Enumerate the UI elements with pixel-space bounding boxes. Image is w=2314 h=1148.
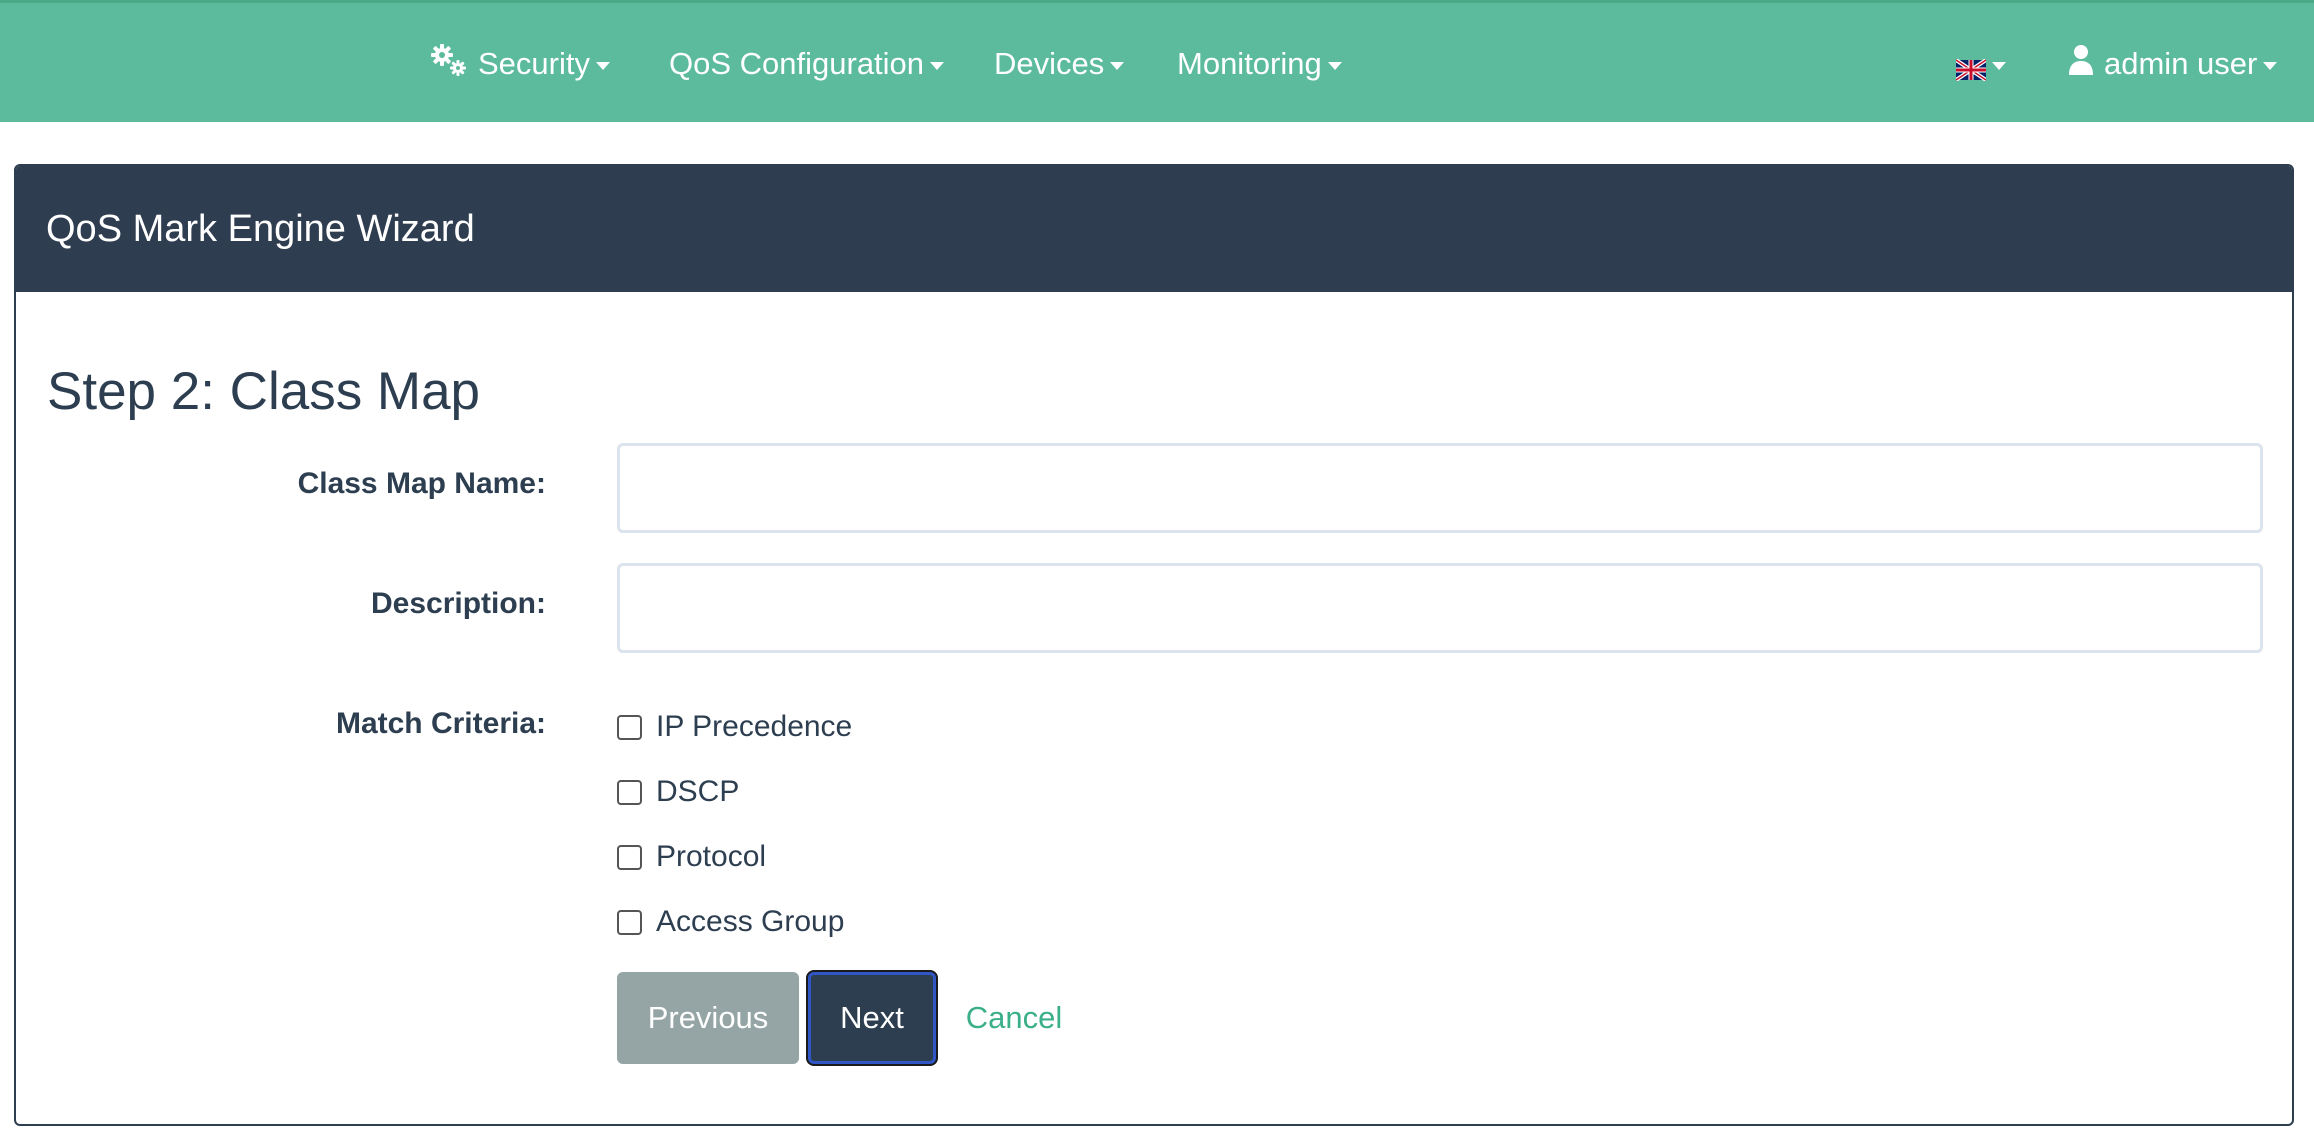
nav-monitoring-menu[interactable]: Monitoring [1177,3,1342,125]
chevron-down-icon [1992,62,2006,70]
chevron-down-icon [930,62,945,70]
cancel-link[interactable]: Cancel [954,972,1074,1064]
user-menu[interactable]: admin user [2068,3,2278,125]
access-group-label: Access Group [656,905,845,938]
chevron-down-icon [595,62,610,70]
criteria-dscp[interactable]: DSCP [617,772,739,812]
gears-icon [430,43,468,85]
ip-precedence-checkbox[interactable] [617,714,642,740]
protocol-label: Protocol [656,840,767,873]
next-button[interactable]: Next [808,972,936,1064]
criteria-protocol[interactable]: Protocol [617,837,766,877]
match-criteria-label: Match Criteria: [335,707,546,740]
ip-precedence-label: IP Precedence [656,710,853,743]
language-menu[interactable] [1954,3,2006,125]
access-group-checkbox[interactable] [617,909,642,935]
description-label: Description: [370,587,546,620]
top-navbar: Security QoS Configuration Devices Monit… [0,0,2314,122]
nav-qos-configuration-menu[interactable]: QoS Configuration [669,3,945,125]
class-map-name-label: Class Map Name: [297,467,546,500]
nav-monitoring-label: Monitoring [1177,46,1322,81]
wizard-panel: QoS Mark Engine Wizard Step 2: Class Map… [14,164,2294,1126]
previous-button[interactable]: Previous [617,972,799,1064]
wizard-panel-header: QoS Mark Engine Wizard [16,166,2292,292]
nav-security-label: Security [478,46,590,81]
user-name-label: admin user [2104,46,2258,81]
user-icon [2068,44,2094,84]
chevron-down-icon [1110,62,1125,70]
description-input[interactable] [617,563,2263,653]
criteria-access-group[interactable]: Access Group [617,902,844,942]
protocol-checkbox[interactable] [617,844,642,870]
nav-qos-label: QoS Configuration [669,46,925,81]
dscp-label: DSCP [656,775,740,808]
step-title: Step 2: Class Map [47,362,481,421]
criteria-ip-precedence[interactable]: IP Precedence [617,707,852,747]
nav-devices-menu[interactable]: Devices [994,3,1125,125]
chevron-down-icon [1327,62,1342,70]
nav-devices-label: Devices [994,46,1105,81]
wizard-title: QoS Mark Engine Wizard [46,207,475,250]
class-map-name-input[interactable] [617,443,2263,533]
chevron-down-icon [2263,62,2278,70]
dscp-checkbox[interactable] [617,779,642,805]
uk-flag-icon [1954,53,1988,82]
nav-security-menu[interactable]: Security [430,3,610,125]
